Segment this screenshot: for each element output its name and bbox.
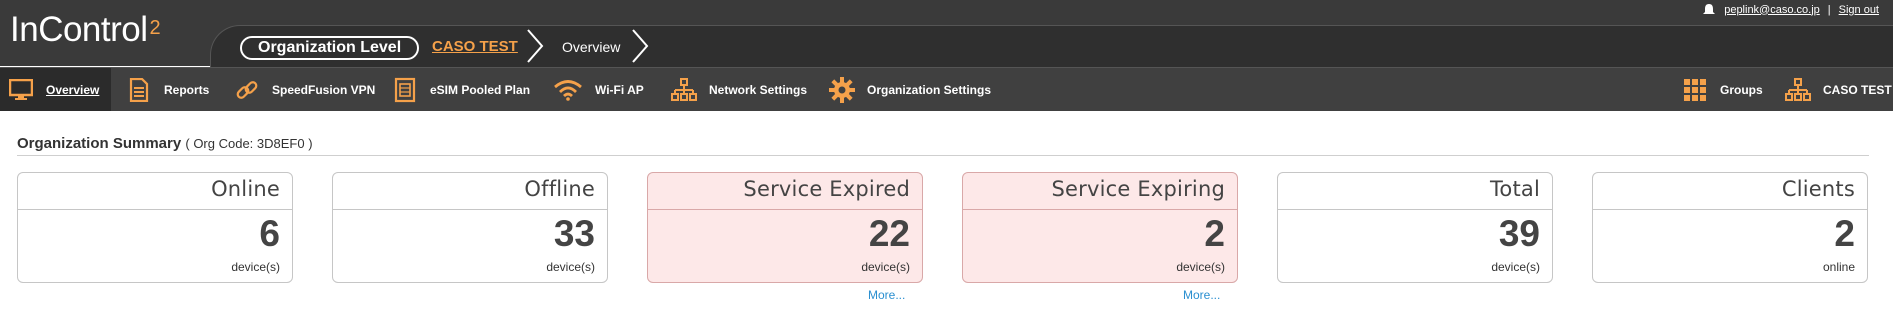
nav-label: eSIM Pooled Plan [430, 82, 531, 97]
service-expiring-more-link[interactable]: More... [1183, 288, 1220, 302]
divider [17, 155, 1869, 156]
card-title: Total [1489, 177, 1540, 201]
top-header: InControl 2 Organization Level CASO TEST … [0, 0, 1893, 67]
card-title: Online [211, 177, 280, 201]
card-title: Service Expired [743, 177, 910, 201]
bell-icon[interactable] [1702, 3, 1716, 16]
card-unit: device(s) [231, 260, 280, 274]
nav-item-speedfusion-vpn[interactable]: SpeedFusion VPN [234, 68, 375, 111]
nav-item-network-settings[interactable]: Network Settings [671, 68, 807, 111]
nav-label: Wi-Fi AP [595, 82, 644, 97]
card-value: 33 [553, 213, 595, 254]
main-nav: Overview Reports SpeedFusion VPN eSIM Po… [0, 67, 1893, 111]
card-service-expired[interactable]: Service Expired 22 device(s) [647, 172, 923, 283]
nav-item-caso-test[interactable]: CASO TEST [1785, 68, 1892, 111]
card-offline[interactable]: Offline 33 device(s) [332, 172, 608, 283]
card-unit: online [1822, 260, 1855, 274]
nav-label: Groups [1720, 82, 1763, 97]
card-service-expiring[interactable]: Service Expiring 2 device(s) [962, 172, 1238, 283]
nav-item-esim-pooled-plan[interactable]: eSIM Pooled Plan [392, 68, 530, 111]
nav-item-groups[interactable]: Groups [1682, 68, 1763, 111]
card-divider [963, 209, 1237, 210]
card-unit: device(s) [546, 260, 595, 274]
nav-item-reports[interactable]: Reports [126, 68, 209, 111]
breadcrumb-org-link[interactable]: CASO TEST [432, 38, 518, 56]
breadcrumb-current-page: Overview [562, 39, 621, 55]
sim-card-icon [392, 77, 418, 103]
card-divider [1593, 209, 1867, 210]
card-divider [333, 209, 607, 210]
nav-label: Reports [164, 82, 210, 97]
card-total[interactable]: Total 39 device(s) [1277, 172, 1553, 283]
org-code-value: 3D8EF0 [256, 136, 305, 151]
nav-label: Network Settings [709, 82, 808, 97]
nav-label: CASO TEST [1823, 82, 1892, 97]
card-value: 39 [1498, 213, 1540, 254]
card-divider [648, 209, 922, 210]
nav-label: SpeedFusion VPN [272, 82, 376, 97]
card-title: Offline [524, 177, 595, 201]
nav-item-overview[interactable]: Overview [0, 68, 112, 111]
card-divider [1278, 209, 1552, 210]
page-title: Organization Summary ( Org Code: 3D8EF0 … [17, 135, 313, 152]
nav-label: Overview [46, 82, 100, 97]
nav-item-wifi-ap[interactable]: Wi-Fi AP [553, 68, 644, 111]
nav-item-organization-settings[interactable]: Organization Settings [829, 68, 991, 111]
header-separator: | [1827, 3, 1831, 16]
gear-icon [829, 76, 855, 103]
grid-icon [1682, 77, 1708, 103]
summary-title-text: Organization Summary [17, 135, 182, 152]
card-value: 22 [868, 213, 910, 254]
link-icon [234, 77, 260, 103]
card-unit: device(s) [861, 260, 910, 274]
incontrol-logo[interactable]: InControl 2 [10, 8, 161, 52]
org-code: ( Org Code: 3D8EF0 ) [185, 136, 313, 151]
network-icon [671, 77, 697, 103]
card-divider [18, 209, 292, 210]
network-icon [1785, 77, 1811, 103]
monitor-icon [8, 77, 34, 103]
card-unit: device(s) [1176, 260, 1225, 274]
user-menu: peplink@caso.co.jp | Sign out [1702, 3, 1879, 16]
document-icon [126, 77, 152, 103]
card-value: 2 [1834, 213, 1855, 254]
nav-label: Organization Settings [867, 82, 992, 97]
chevron-right-icon [632, 29, 649, 63]
breadcrumb-level[interactable]: Organization Level [240, 36, 420, 60]
wifi-icon [553, 77, 583, 103]
card-unit: device(s) [1491, 260, 1540, 274]
service-expired-more-link[interactable]: More... [868, 288, 905, 302]
card-value: 2 [1204, 213, 1225, 254]
card-value: 6 [259, 213, 280, 254]
card-online[interactable]: Online 6 device(s) [17, 172, 293, 283]
card-title: Service Expiring [1051, 177, 1225, 201]
card-title: Clients [1781, 177, 1855, 201]
user-email-link[interactable]: peplink@caso.co.jp [1724, 4, 1820, 16]
card-clients[interactable]: Clients 2 online [1592, 172, 1868, 283]
chevron-right-icon [527, 29, 544, 63]
sign-out-link[interactable]: Sign out [1839, 4, 1879, 16]
